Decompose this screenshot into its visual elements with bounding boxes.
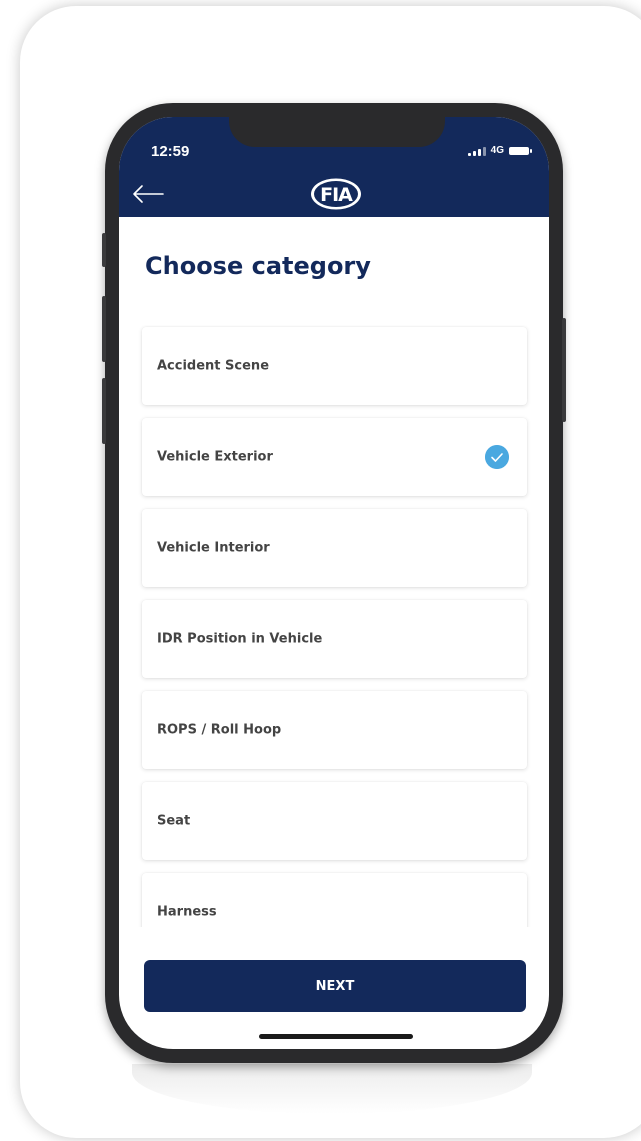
category-label: IDR Position in Vehicle bbox=[157, 631, 323, 647]
phone-device: 12:59 4G FIA Choose category Accident Sc… bbox=[102, 103, 566, 1063]
signal-icon bbox=[467, 146, 486, 156]
category-item-rops-roll-hoop[interactable]: ROPS / Roll Hoop bbox=[142, 691, 527, 769]
mute-switch bbox=[102, 233, 106, 267]
category-item-vehicle-interior[interactable]: Vehicle Interior bbox=[142, 509, 527, 587]
power-button bbox=[562, 318, 566, 422]
category-list: Accident Scene Vehicle Exterior Vehicle … bbox=[119, 325, 549, 927]
check-circle-icon bbox=[485, 445, 509, 469]
page-title: Choose category bbox=[145, 252, 371, 280]
status-indicators: 4G bbox=[467, 145, 532, 156]
category-item-harness[interactable]: Harness bbox=[142, 873, 527, 927]
volume-down-button bbox=[102, 378, 106, 444]
category-label: Accident Scene bbox=[157, 358, 270, 374]
category-label: Seat bbox=[157, 813, 191, 829]
volume-up-button bbox=[102, 296, 106, 362]
category-label: Vehicle Interior bbox=[157, 540, 270, 556]
battery-icon bbox=[509, 146, 532, 155]
category-label: ROPS / Roll Hoop bbox=[157, 722, 282, 738]
category-item-seat[interactable]: Seat bbox=[142, 782, 527, 860]
status-time: 12:59 bbox=[151, 143, 190, 160]
next-button[interactable]: NEXT bbox=[144, 960, 526, 1012]
category-item-accident-scene[interactable]: Accident Scene bbox=[142, 327, 527, 405]
phone-screen: 12:59 4G FIA Choose category Accident Sc… bbox=[119, 117, 549, 1049]
logo-text: FIA bbox=[320, 184, 353, 206]
phone-notch bbox=[229, 117, 445, 147]
category-label: Vehicle Exterior bbox=[157, 449, 273, 465]
arrow-left-icon[interactable] bbox=[131, 183, 165, 205]
category-label: Harness bbox=[157, 904, 217, 920]
category-item-idr-position[interactable]: IDR Position in Vehicle bbox=[142, 600, 527, 678]
app-header: 12:59 4G FIA bbox=[119, 117, 549, 217]
category-item-vehicle-exterior[interactable]: Vehicle Exterior bbox=[142, 418, 527, 496]
fia-logo: FIA bbox=[311, 178, 361, 210]
home-indicator bbox=[259, 1034, 413, 1039]
network-label: 4G bbox=[490, 145, 504, 156]
